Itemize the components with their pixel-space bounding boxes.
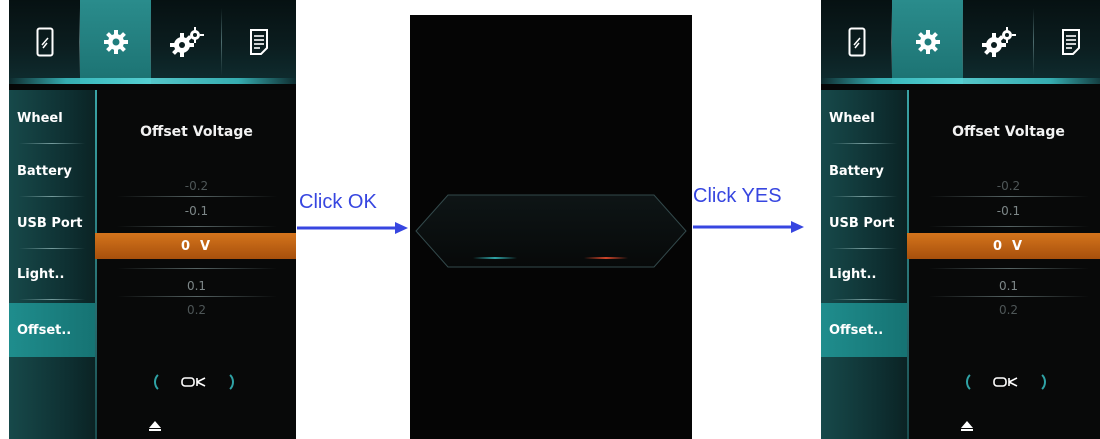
sidebar-item-label: Wheel (829, 110, 875, 126)
selected-value: 0 (180, 238, 190, 254)
sidebar-item-label: Offset.. (829, 322, 884, 338)
picker-option[interactable]: -0.1 (97, 204, 296, 218)
sidebar-item-usb-port[interactable]: USB Port (9, 197, 95, 249)
picker-option[interactable]: 0.2 (909, 303, 1100, 317)
scroll-up-icon[interactable] (961, 421, 973, 428)
sidebar-item-battery[interactable]: Battery (821, 145, 907, 197)
sidebar-item-label: Battery (17, 163, 72, 179)
picker-divider (929, 226, 1089, 227)
phone-icon (36, 27, 53, 57)
tab-settings[interactable] (892, 0, 963, 84)
sidebar-item-battery[interactable]: Battery (9, 145, 95, 197)
tab-info[interactable] (222, 0, 296, 84)
dialog-frame (415, 194, 687, 268)
offset-voltage-panel: Offset Voltage -0.2 -0.1 0 V 0.1 0.2 (907, 90, 1100, 439)
scroll-up-icon[interactable] (149, 421, 161, 428)
tab-info[interactable] (1034, 0, 1100, 84)
picker-option[interactable]: -0.1 (909, 204, 1100, 218)
yes-underline (473, 257, 517, 259)
sidebar-item-wheel[interactable]: Wheel (9, 92, 95, 144)
picker-option[interactable]: -0.2 (909, 179, 1100, 193)
picker-divider (929, 196, 1089, 197)
picker-option[interactable]: 0.2 (97, 303, 296, 317)
settings-sidebar: Wheel Battery USB Port Light.. Offset.. (821, 90, 907, 439)
selected-value: 0 (992, 238, 1002, 254)
settings-screen-before: Wheel Battery USB Port Light.. Offset.. … (9, 0, 296, 439)
scroll-indicator (961, 429, 973, 431)
document-icon (250, 29, 268, 55)
gear-icon (103, 30, 128, 54)
top-tab-bar (821, 0, 1100, 84)
value-unit: V (1011, 238, 1023, 254)
setting-title: Offset Voltage (952, 124, 1065, 140)
sidebar-item-label: USB Port (17, 215, 83, 231)
sidebar-item-offset[interactable]: Offset.. (9, 303, 95, 357)
ok-label-graphic (993, 377, 1018, 387)
picker-option[interactable]: -0.2 (97, 179, 296, 193)
top-tab-bar (9, 0, 296, 84)
ok-button[interactable] (154, 371, 234, 393)
tab-settings[interactable] (80, 0, 151, 84)
offset-voltage-panel: Offset Voltage -0.2 -0.1 0 V 0.1 0.2 (95, 90, 296, 439)
tab-device[interactable] (9, 0, 80, 84)
settings-sidebar: Wheel Battery USB Port Light.. Offset.. (9, 90, 95, 439)
document-icon (1062, 29, 1080, 55)
sidebar-item-light[interactable]: Light.. (9, 248, 95, 300)
flow-step-2-label: Click YES (693, 185, 782, 207)
gears-icon (981, 27, 1016, 57)
settings-screen-after: Wheel Battery USB Port Light.. Offset.. … (821, 0, 1100, 439)
sidebar-item-label: Wheel (17, 110, 63, 126)
gear-icon (915, 30, 940, 54)
phone-icon (848, 27, 865, 57)
picker-option[interactable]: 0.1 (909, 279, 1100, 293)
sidebar-item-label: Light.. (829, 266, 877, 282)
gears-icon (169, 27, 204, 57)
arrow-right-icon (693, 221, 804, 233)
tab-advanced-settings[interactable] (963, 0, 1034, 84)
setting-title: Offset Voltage (140, 124, 253, 140)
no-underline (584, 257, 628, 259)
sidebar-item-wheel[interactable]: Wheel (821, 92, 907, 144)
picker-divider (117, 226, 277, 227)
ok-button[interactable] (966, 371, 1046, 393)
value-unit: V (199, 238, 211, 254)
tab-advanced-settings[interactable] (151, 0, 222, 84)
sidebar-item-label: USB Port (829, 215, 895, 231)
arrow-right-icon (297, 222, 408, 234)
picker-divider (117, 196, 277, 197)
picker-divider (117, 268, 277, 269)
ok-label-graphic (181, 377, 206, 387)
picker-divider (117, 296, 277, 297)
picker-option[interactable]: 0.1 (97, 279, 296, 293)
sidebar-item-offset[interactable]: Offset.. (821, 303, 907, 357)
picker-divider (929, 268, 1089, 269)
sidebar-item-light[interactable]: Light.. (821, 248, 907, 300)
sidebar-item-usb-port[interactable]: USB Port (821, 197, 907, 249)
scroll-indicator (149, 429, 161, 431)
tab-device[interactable] (821, 0, 892, 84)
sidebar-item-label: Offset.. (17, 322, 72, 338)
confirm-dialog-screen (410, 15, 692, 439)
picker-selected-value[interactable]: 0 V (95, 233, 296, 259)
picker-divider (929, 296, 1089, 297)
sidebar-item-label: Light.. (17, 266, 65, 282)
picker-selected-value[interactable]: 0 V (907, 233, 1100, 259)
flow-step-1-label: Click OK (299, 191, 377, 213)
sidebar-item-label: Battery (829, 163, 884, 179)
